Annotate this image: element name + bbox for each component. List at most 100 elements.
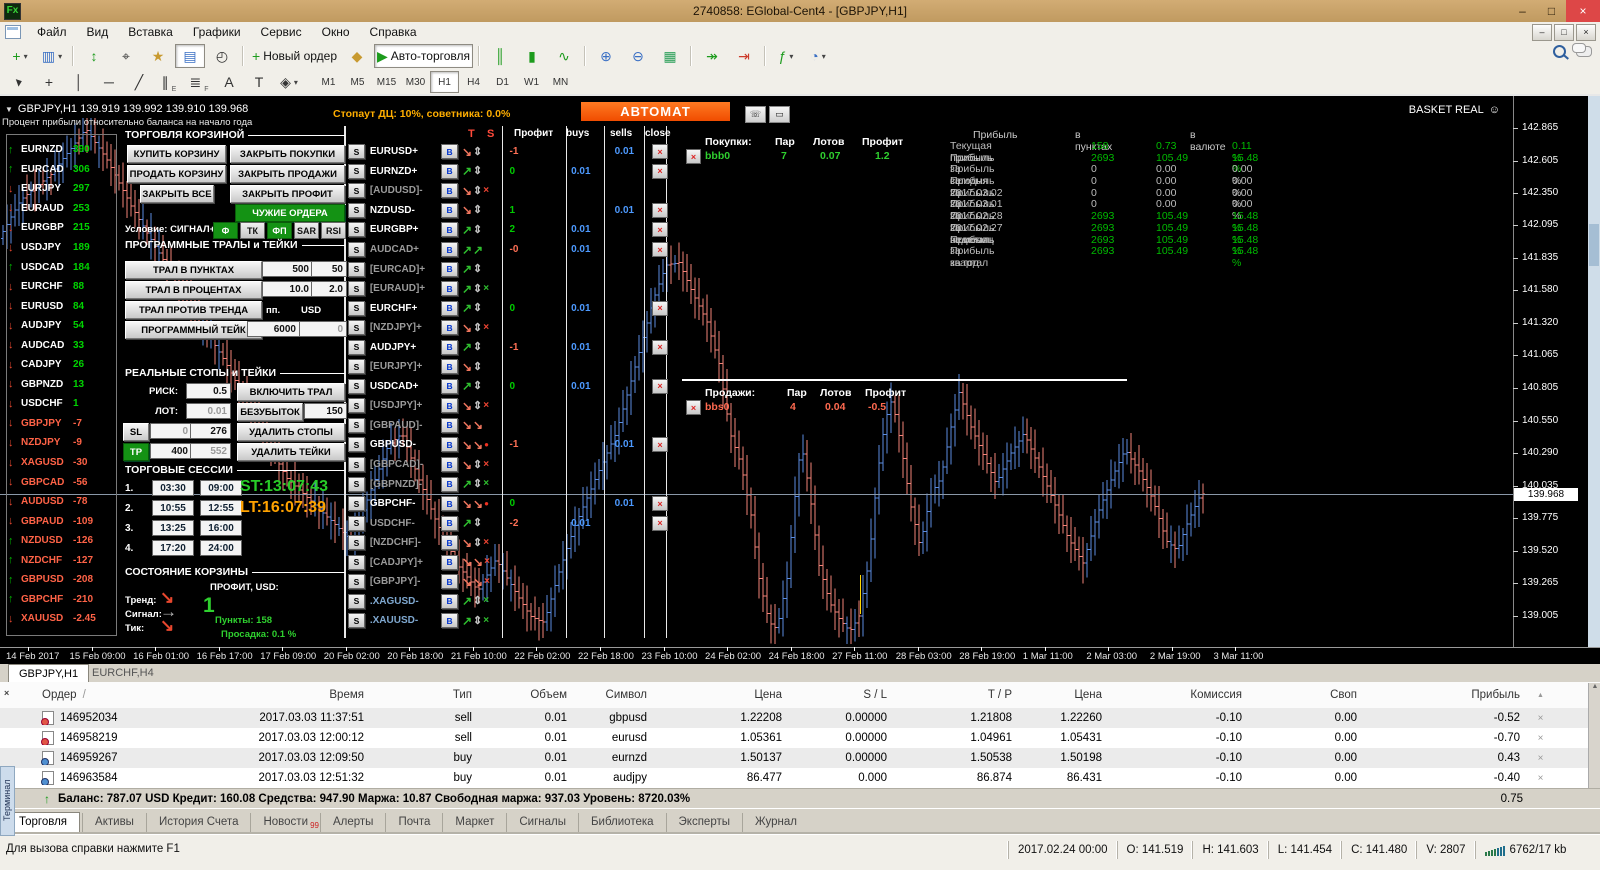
watchlist-row[interactable]: ↓GBPJPY-7: [8, 414, 114, 434]
close-pair-button[interactable]: ×: [652, 144, 668, 159]
sell-button[interactable]: S: [348, 594, 365, 609]
sell-basket-button[interactable]: ПРОДАТЬ КОРЗИНУ: [127, 165, 226, 183]
watchlist-row[interactable]: ↓EURAUD253: [8, 199, 114, 219]
sell-button[interactable]: S: [348, 164, 365, 179]
close-order-button[interactable]: ×: [1528, 733, 1555, 744]
sell-button[interactable]: S: [348, 281, 365, 296]
close-button[interactable]: ×: [1566, 0, 1600, 22]
tab-Библиотека[interactable]: Библиотека: [578, 813, 666, 832]
zoom-out-button[interactable]: ⊖: [623, 44, 653, 68]
timeframe-M15[interactable]: M15: [372, 71, 401, 93]
sell-button[interactable]: S: [348, 183, 365, 198]
watchlist-row[interactable]: ↓EURUSD84: [8, 296, 114, 316]
buy-button[interactable]: B: [441, 496, 458, 511]
condition-Ф-button[interactable]: Ф: [213, 222, 238, 239]
data-window-button[interactable]: ◴: [207, 44, 237, 68]
close-pair-button[interactable]: ×: [652, 242, 668, 257]
tab-Сигналы[interactable]: Сигналы: [506, 813, 578, 832]
watchlist-row[interactable]: ↑NZDCHF-127: [8, 550, 114, 570]
close-pair-button[interactable]: ×: [652, 379, 668, 394]
close-order-button[interactable]: ×: [1528, 713, 1555, 724]
trail-percent-input-1[interactable]: 10.0: [262, 281, 313, 297]
chart-tab-EURCHF,H4[interactable]: EURCHF,H4: [82, 664, 164, 682]
vertical-line-tool-button[interactable]: │: [65, 70, 93, 94]
buy-button[interactable]: B: [441, 359, 458, 374]
community-icon[interactable]: [1576, 46, 1592, 57]
sell-button[interactable]: S: [348, 437, 365, 452]
collapse-triangle-icon[interactable]: ▼: [5, 105, 13, 114]
tab-Новости[interactable]: Новости99: [250, 813, 320, 832]
orders-scrollbar[interactable]: ▲: [1588, 683, 1600, 788]
sell-button[interactable]: S: [348, 457, 365, 472]
buy-button[interactable]: B: [441, 242, 458, 257]
sell-button[interactable]: S: [348, 144, 365, 159]
tab-Маркет[interactable]: Маркет: [442, 813, 506, 832]
prog-take-button[interactable]: ПРОГРАММНЫЙ ТЕЙК: [125, 321, 262, 339]
column-header-S / L[interactable]: S / L: [790, 689, 895, 701]
buy-button[interactable]: B: [441, 418, 458, 433]
buy-button[interactable]: B: [441, 203, 458, 218]
close-pair-button[interactable]: ×: [652, 222, 668, 237]
session-to-input[interactable]: 24:00: [200, 540, 242, 556]
new-chart-button[interactable]: +▾: [5, 44, 35, 68]
watchlist-row[interactable]: ↓USDJPY189: [8, 238, 114, 258]
watchlist-row[interactable]: ↓USDCHF1: [8, 394, 114, 414]
tp-input-1[interactable]: 400: [150, 443, 192, 459]
buy-button[interactable]: B: [441, 222, 458, 237]
buy-button[interactable]: B: [441, 262, 458, 277]
condition-RSI-button[interactable]: RSI: [321, 222, 346, 239]
tab-Журнал[interactable]: Журнал: [742, 813, 809, 832]
sell-button[interactable]: S: [348, 359, 365, 374]
watchlist-row[interactable]: ↓GBPCAD-56: [8, 472, 114, 492]
buy-button[interactable]: B: [441, 144, 458, 159]
session-from-input[interactable]: 10:55: [152, 500, 194, 516]
child-minimize-button[interactable]: –: [1532, 24, 1552, 41]
crosshair-button[interactable]: ⌖: [111, 44, 141, 68]
close-pair-button[interactable]: ×: [652, 496, 668, 511]
indicators-button[interactable]: ƒ▾: [771, 44, 801, 68]
restore-button[interactable]: □: [1537, 0, 1566, 22]
order-row[interactable]: 1469592672017.03.03 12:09:50buy0.01eurnz…: [0, 748, 1600, 768]
column-header-Время[interactable]: Время: [130, 689, 372, 701]
watchlist-row[interactable]: ↓NZDJPY-9: [8, 433, 114, 453]
menu-Вид[interactable]: Вид: [77, 23, 119, 41]
sell-button[interactable]: S: [348, 340, 365, 355]
watchlist-row[interactable]: ↑EURNZD390: [8, 140, 114, 160]
buy-button[interactable]: B: [441, 594, 458, 609]
enable-trail-button[interactable]: ВКЛЮЧИТЬ ТРАЛ: [237, 383, 345, 401]
time-axis[interactable]: 14 Feb 201715 Feb 09:0016 Feb 01:0016 Fe…: [0, 647, 1600, 664]
breakeven-input[interactable]: 150: [304, 403, 347, 419]
close-all-button[interactable]: ЗАКРЫТЬ ВСЕ: [140, 185, 214, 203]
price-scale[interactable]: 142.865142.605142.350142.095141.835141.5…: [1513, 96, 1600, 647]
delete-stops-button[interactable]: УДАЛИТЬ СТОПЫ: [237, 423, 345, 441]
tab-Активы[interactable]: Активы: [82, 813, 146, 832]
watchlist-row[interactable]: ↓EURJPY297: [8, 179, 114, 199]
session-from-input[interactable]: 03:30: [152, 480, 194, 496]
autoscroll-button[interactable]: ↠: [697, 44, 727, 68]
chart-area[interactable]: ▼ GBPJPY,H1 139.919 139.992 139.910 139.…: [0, 94, 1600, 663]
tp-input-2[interactable]: 552: [190, 443, 231, 459]
close-pair-button[interactable]: ×: [652, 164, 668, 179]
watchlist-row[interactable]: ↑GBPCHF-210: [8, 590, 114, 610]
scrollbar-thumb[interactable]: [1589, 224, 1599, 266]
monitor-button[interactable]: ▭: [769, 106, 790, 123]
sell-button[interactable]: S: [348, 574, 365, 589]
label-tool-button[interactable]: T: [245, 70, 273, 94]
close-pair-button[interactable]: ×: [652, 437, 668, 452]
timeframe-W1[interactable]: W1: [517, 71, 546, 93]
tab-Торговля[interactable]: Торговля: [6, 812, 80, 833]
menu-Окно[interactable]: Окно: [312, 23, 360, 41]
breakeven-button[interactable]: БЕЗУБЫТОК: [237, 403, 303, 421]
zoom-in-button[interactable]: ⊕: [591, 44, 621, 68]
timeframe-D1[interactable]: D1: [488, 71, 517, 93]
sell-button[interactable]: S: [348, 613, 365, 628]
child-close-button[interactable]: ×: [1576, 24, 1596, 41]
timeframe-M1[interactable]: M1: [314, 71, 343, 93]
tab-Почта[interactable]: Почта: [385, 813, 442, 832]
close-sells-button[interactable]: ЗАКРЫТЬ ПРОДАЖИ: [230, 165, 345, 183]
watchlist-row[interactable]: ↓AUDCAD33: [8, 335, 114, 355]
chart-tab-GBPJPY,H1[interactable]: GBPJPY,H1: [8, 664, 89, 684]
menu-Файл[interactable]: Файл: [27, 23, 77, 41]
delete-takes-button[interactable]: УДАЛИТЬ ТЕЙКИ: [237, 443, 345, 461]
title-bar[interactable]: Fx 2740858: EGlobal-Cent4 - [GBPJPY,H1] …: [0, 0, 1600, 22]
